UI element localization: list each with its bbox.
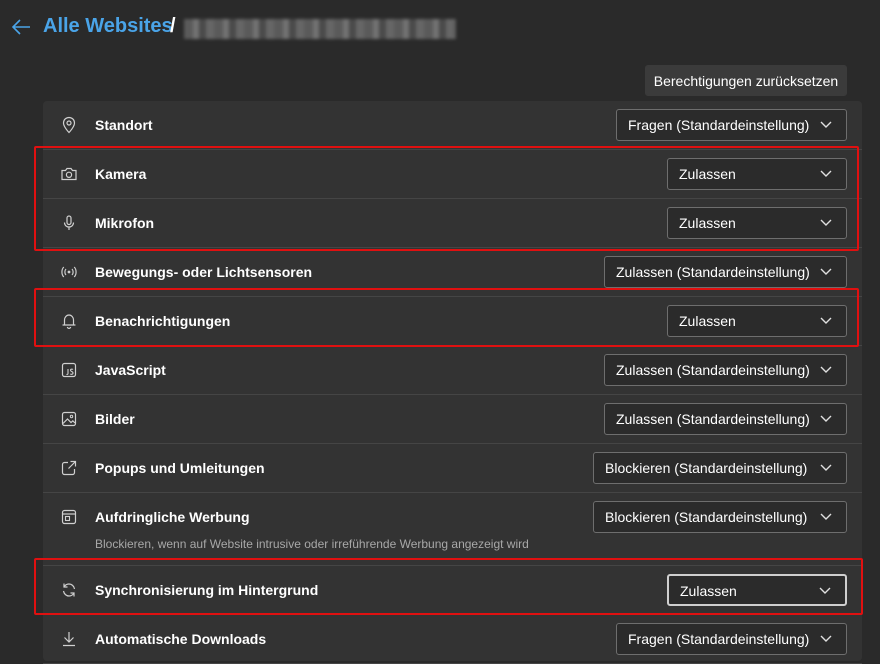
permission-label: Benachrichtigungen (95, 313, 231, 329)
breadcrumb-all-websites[interactable]: Alle Websites (43, 15, 173, 38)
permission-select-images[interactable]: Zulassen (Standardeinstellung) (604, 403, 847, 435)
blurred-site-url (184, 19, 456, 39)
permission-label: Kamera (95, 166, 147, 182)
ad-icon (60, 508, 78, 526)
permission-row-images: Bilder Zulassen (Standardeinstellung) (43, 395, 862, 444)
chevron-down-icon (820, 170, 832, 178)
permission-description: Blockieren, wenn auf Website intrusive o… (95, 537, 529, 551)
permission-select-sensors[interactable]: Zulassen (Standardeinstellung) (604, 256, 847, 288)
chevron-down-icon (820, 464, 832, 472)
permission-select-camera[interactable]: Zulassen (667, 158, 847, 190)
chevron-down-icon (820, 635, 832, 643)
select-value: Zulassen (Standardeinstellung) (616, 411, 810, 427)
microphone-icon (60, 214, 78, 232)
permission-row-notifications: Benachrichtigungen Zulassen (43, 297, 862, 346)
permission-label: Mikrofon (95, 215, 155, 231)
permission-label: Aufdringliche Werbung (95, 509, 250, 525)
permission-row-microphone: Mikrofon Zulassen (43, 199, 862, 248)
permission-row-popups: Popups und Umleitungen Blockieren (Stand… (43, 444, 862, 493)
permission-select-notifications[interactable]: Zulassen (667, 305, 847, 337)
permission-row-camera: Kamera Zulassen (43, 150, 862, 199)
permission-row-intrusive-ads: Aufdringliche Werbung Blockieren, wenn a… (43, 493, 862, 566)
select-value: Zulassen (680, 583, 737, 599)
chevron-down-icon (819, 587, 831, 595)
permission-label: Automatische Downloads (95, 631, 267, 647)
permission-label: JavaScript (95, 362, 166, 378)
chevron-down-icon (820, 317, 832, 325)
permission-label: Bilder (95, 411, 135, 427)
select-value: Fragen (Standardeinstellung) (628, 117, 810, 133)
permission-row-sensors: Bewegungs- oder Lichtsensoren Zulassen (… (43, 248, 862, 297)
permission-label: Standort (95, 117, 153, 133)
select-value: Fragen (Standardeinstellung) (628, 631, 810, 647)
permission-label: Synchronisierung im Hintergrund (95, 582, 319, 598)
permission-select-intrusive-ads[interactable]: Blockieren (Standardeinstellung) (593, 501, 847, 533)
permission-select-automatic-downloads[interactable]: Fragen (Standardeinstellung) (616, 623, 847, 655)
download-icon (60, 630, 78, 648)
location-pin-icon (60, 116, 78, 134)
permission-select-microphone[interactable]: Zulassen (667, 207, 847, 239)
permission-select-popups[interactable]: Blockieren (Standardeinstellung) (593, 452, 847, 484)
chevron-down-icon (820, 513, 832, 521)
page-header: Alle Websites / (0, 0, 880, 56)
back-arrow-icon[interactable] (10, 16, 32, 38)
permissions-panel: Standort Fragen (Standardeinstellung) Ka… (43, 101, 862, 664)
select-value: Zulassen (679, 166, 736, 182)
reset-permissions-button[interactable]: Berechtigungen zurücksetzen (645, 65, 847, 96)
sync-icon (60, 581, 78, 599)
chevron-down-icon (820, 219, 832, 227)
select-value: Zulassen (Standardeinstellung) (616, 362, 810, 378)
chevron-down-icon (820, 268, 832, 276)
sensor-icon (60, 263, 78, 281)
permission-select-background-sync[interactable]: Zulassen (667, 574, 847, 606)
image-icon (60, 410, 78, 428)
permission-row-automatic-downloads: Automatische Downloads Fragen (Standarde… (43, 615, 862, 664)
popup-icon (60, 459, 78, 477)
camera-icon (60, 165, 78, 183)
bell-icon (60, 312, 78, 330)
permission-label: Bewegungs- oder Lichtsensoren (95, 264, 313, 280)
select-value: Blockieren (Standardeinstellung) (605, 460, 808, 476)
select-value: Blockieren (Standardeinstellung) (605, 509, 808, 525)
select-value: Zulassen (Standardeinstellung) (616, 264, 810, 280)
chevron-down-icon (820, 366, 832, 374)
permission-row-background-sync: Synchronisierung im Hintergrund Zulassen (43, 566, 862, 615)
permission-row-javascript: JavaScript Zulassen (Standardeinstellung… (43, 346, 862, 395)
select-value: Zulassen (679, 313, 736, 329)
chevron-down-icon (820, 415, 832, 423)
permission-label: Popups und Umleitungen (95, 460, 265, 476)
chevron-down-icon (820, 121, 832, 129)
permission-row-location: Standort Fragen (Standardeinstellung) (43, 101, 862, 150)
breadcrumb-separator: / (170, 15, 176, 37)
permission-select-javascript[interactable]: Zulassen (Standardeinstellung) (604, 354, 847, 386)
select-value: Zulassen (679, 215, 736, 231)
permission-select-location[interactable]: Fragen (Standardeinstellung) (616, 109, 847, 141)
javascript-icon (60, 361, 78, 379)
